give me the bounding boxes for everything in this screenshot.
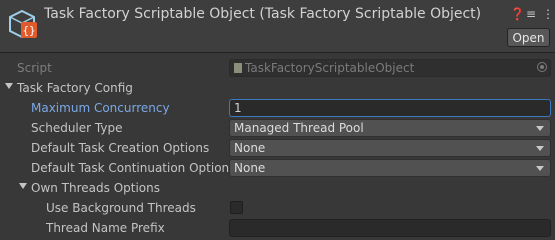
scheduler-type-row: Scheduler Type Managed Thread Pool [0,118,555,138]
creation-options-label: Default Task Creation Options [31,141,210,155]
scheduler-type-label: Scheduler Type [31,121,123,135]
max-concurrency-row: Maximum Concurrency 1 [0,98,555,118]
max-concurrency-label: Maximum Concurrency [31,101,170,115]
help-icon[interactable]: ❓ [510,7,525,21]
svg-text:{}: {} [22,24,35,37]
thread-name-prefix-input[interactable] [229,219,551,237]
script-row: Script TaskFactoryScriptableObject [0,58,555,78]
continuation-options-dropdown[interactable]: None [229,159,551,177]
scheduler-type-value: Managed Thread Pool [234,121,364,135]
script-label: Script [17,61,52,75]
header-divider [0,52,555,53]
own-threads-label: Own Threads Options [31,181,161,195]
continuation-options-row: Default Task Continuation Options None [0,158,555,178]
creation-options-row: Default Task Creation Options None [0,138,555,158]
open-button[interactable]: Open [507,28,550,47]
creation-options-dropdown[interactable]: None [229,139,551,157]
continuation-options-label: Default Task Continuation Options [31,161,236,175]
foldout-arrow-icon[interactable] [19,183,27,189]
background-threads-checkbox[interactable] [230,201,243,214]
thread-name-prefix-row: Thread Name Prefix [0,218,555,238]
chevron-down-icon [536,126,544,131]
creation-options-value: None [234,141,266,155]
chevron-down-icon [536,166,544,171]
scriptable-object-icon: {} [9,9,37,39]
max-concurrency-input[interactable]: 1 [229,99,551,117]
object-picker-icon[interactable] [537,62,547,72]
own-threads-foldout[interactable]: Own Threads Options [0,178,555,198]
script-field: TaskFactoryScriptableObject [229,59,551,77]
background-threads-label: Use Background Threads [46,201,196,215]
continuation-options-value: None [234,161,266,175]
inspector-title: Task Factory Scriptable Object (Task Fac… [44,6,482,22]
menu-icon[interactable]: ⋮ [542,7,554,21]
preset-icon[interactable]: ≡ [526,7,536,21]
task-factory-config-label: Task Factory Config [17,81,133,95]
chevron-down-icon [536,146,544,151]
script-file-icon [234,63,242,73]
script-value: TaskFactoryScriptableObject [245,61,415,75]
foldout-arrow-icon[interactable] [5,83,13,89]
task-factory-config-foldout[interactable]: Task Factory Config [0,78,555,98]
inspector-header: {} Task Factory Scriptable Object (Task … [0,0,555,52]
thread-name-prefix-label: Thread Name Prefix [46,221,165,235]
background-threads-row: Use Background Threads [0,198,555,218]
scheduler-type-dropdown[interactable]: Managed Thread Pool [229,119,551,137]
